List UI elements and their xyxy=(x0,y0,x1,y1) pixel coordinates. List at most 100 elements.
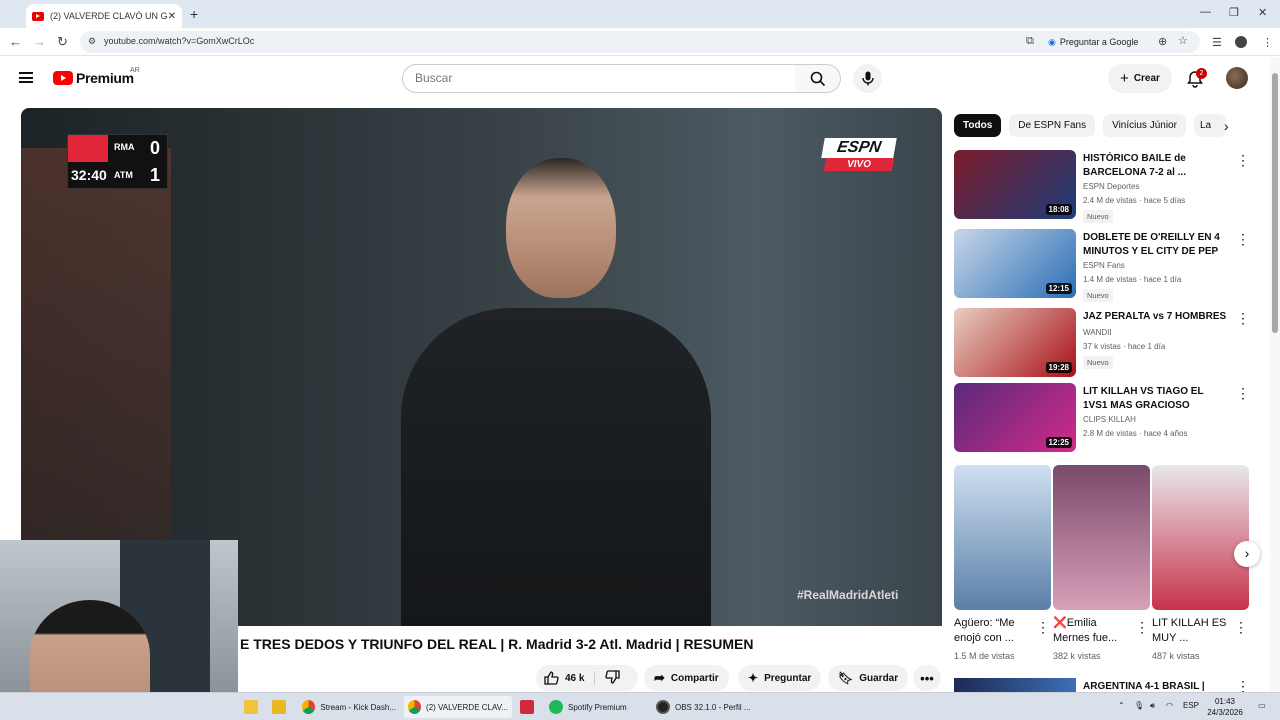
like-button[interactable]: 46 k xyxy=(544,671,596,685)
reload-icon[interactable]: ↻ xyxy=(57,34,68,50)
more-options-icon[interactable]: ⋮ xyxy=(1234,620,1248,634)
create-button[interactable]: + Crear xyxy=(1108,64,1172,93)
recommended-video[interactable]: ARGENTINA 4-1 BRASIL | ⋮ xyxy=(954,678,1254,692)
more-options-icon[interactable]: ⋮ xyxy=(1135,620,1149,634)
taskbar-label: Stream - Kick Dash... xyxy=(320,702,396,712)
short-title[interactable]: ❌Emilia Mernes fue... xyxy=(1053,616,1133,648)
short-card[interactable]: LIT KILLAH ES MUY ... 487 k vistas ⋮ xyxy=(1152,465,1249,661)
language-indicator[interactable]: ESP xyxy=(1183,701,1199,710)
short-card[interactable]: Agüero: “Me enojó con ... 1.5 M de vistas… xyxy=(954,465,1051,661)
video-title[interactable]: LIT KILLAH VS TIAGO EL 1VS1 MAS GRACIOSO xyxy=(1083,385,1228,413)
recommended-video[interactable]: 12:15 DOBLETE DE O'REILLY EN 4 MINUTOS Y … xyxy=(954,229,1254,302)
more-actions-button[interactable]: ••• xyxy=(913,665,941,691)
taskbar-item-obs[interactable]: OBS 32.1.0 - Perfil ... xyxy=(652,696,756,718)
channel-name[interactable]: CLIPS KILLAH xyxy=(1083,415,1136,424)
tab-title: (2) VALVERDE CLAVÓ UN GOLA xyxy=(50,11,168,21)
browser-tab[interactable]: (2) VALVERDE CLAVÓ UN GOLA ✕ xyxy=(26,4,182,28)
chips-next-icon[interactable]: › xyxy=(1224,118,1229,134)
youtube-premium-logo[interactable]: Premium AR xyxy=(53,67,140,86)
more-options-icon[interactable]: ⋮ xyxy=(1236,153,1250,167)
chip-espn-fans[interactable]: De ESPN Fans xyxy=(1009,114,1096,137)
mic-tray-icon[interactable]: 🎙︎ xyxy=(1134,701,1144,710)
extensions-icon[interactable]: ☰ xyxy=(1212,36,1222,49)
chip-la[interactable]: La xyxy=(1193,114,1226,137)
volume-icon[interactable]: 🔊︎ xyxy=(1150,701,1155,711)
channel-name[interactable]: ESPN Deportes xyxy=(1083,182,1139,191)
channel-name[interactable]: WANDII xyxy=(1083,328,1112,337)
short-thumbnail[interactable] xyxy=(1152,465,1249,610)
wifi-icon[interactable]: ◠ xyxy=(1166,701,1173,710)
video-thumbnail[interactable]: 12:15 xyxy=(954,229,1076,298)
video-title[interactable]: DOBLETE DE O'REILLY EN 4 MINUTOS Y EL CI… xyxy=(1083,231,1228,260)
new-tab-icon[interactable]: + xyxy=(190,6,198,22)
short-thumbnail[interactable] xyxy=(1053,465,1150,610)
notification-center-icon[interactable]: ▭ xyxy=(1258,701,1266,710)
taskbar-item-valverde[interactable]: (2) VALVERDE CLAV... xyxy=(404,696,512,718)
recommended-video[interactable]: 18:08 HISTÓRICO BAILE de BARCELONA 7-2 al… xyxy=(954,150,1254,223)
search-input[interactable]: Buscar xyxy=(402,64,796,93)
restore-icon[interactable]: ❐ xyxy=(1229,6,1239,19)
dislike-button[interactable] xyxy=(601,669,621,687)
menu-dots-icon[interactable]: ⋮ xyxy=(1262,36,1273,49)
ask-button[interactable]: ✦ Preguntar xyxy=(738,665,822,691)
chip-todos[interactable]: Todos xyxy=(954,114,1002,137)
youtube-favicon-icon xyxy=(32,11,44,21)
share-button[interactable]: ➦ Compartir xyxy=(644,665,729,691)
shorts-next-button[interactable]: › xyxy=(1234,541,1260,567)
zoom-icon[interactable]: ⊕ xyxy=(1158,35,1167,48)
video-title[interactable]: ARGENTINA 4-1 BRASIL | xyxy=(1083,680,1228,692)
video-meta: 2.8 M de vistas · hace 4 años xyxy=(1083,429,1188,438)
channel-name[interactable]: ESPN Fans xyxy=(1083,261,1125,270)
save-button[interactable]: 🔖︎ Guardar xyxy=(828,665,909,691)
video-meta: 37 k vistas · hace 1 día xyxy=(1083,342,1166,351)
short-title[interactable]: Agüero: “Me enojó con ... xyxy=(954,616,1034,648)
close-window-icon[interactable]: ✕ xyxy=(1258,6,1267,19)
short-thumbnail[interactable] xyxy=(954,465,1051,610)
video-thumbnail[interactable] xyxy=(954,678,1076,692)
obs-icon xyxy=(656,700,670,714)
close-tab-icon[interactable]: ✕ xyxy=(168,11,176,22)
url-box[interactable]: ⚙ youtube.com/watch?v=GomXwCrLOc ⧉ ◉ Pre… xyxy=(80,31,1200,53)
minimize-icon[interactable]: — xyxy=(1200,6,1211,18)
bookmark-star-icon[interactable]: ☆ xyxy=(1178,34,1188,47)
scrollbar-thumb[interactable] xyxy=(1272,73,1278,333)
video-thumbnail[interactable]: 19:28 xyxy=(954,308,1076,377)
more-options-icon[interactable]: ⋮ xyxy=(1236,232,1250,246)
recommended-video[interactable]: 12:25 LIT KILLAH VS TIAGO EL 1VS1 MAS GRA… xyxy=(954,383,1254,453)
profile-icon[interactable] xyxy=(1235,36,1247,48)
video-title[interactable]: HISTÓRICO BAILE de BARCELONA 7-2 al ... xyxy=(1083,152,1228,180)
site-info-icon[interactable]: ⚙ xyxy=(88,36,96,47)
more-options-icon[interactable]: ⋮ xyxy=(1236,311,1250,325)
taskbar-item-stream[interactable]: Stream - Kick Dash... xyxy=(298,696,400,718)
file-explorer-icon[interactable] xyxy=(268,696,290,718)
video-thumbnail[interactable]: 12:25 xyxy=(954,383,1076,452)
short-title[interactable]: LIT KILLAH ES MUY ... xyxy=(1152,616,1232,648)
create-label: Crear xyxy=(1133,73,1160,84)
chip-vinicius[interactable]: Vinícius Júnior xyxy=(1103,114,1186,137)
account-avatar[interactable] xyxy=(1226,67,1248,89)
cast-icon[interactable]: ⧉ xyxy=(1026,35,1034,48)
video-duration: 18:08 xyxy=(1045,204,1072,215)
more-options-icon[interactable]: ⋮ xyxy=(1236,386,1250,400)
webcam-overlay xyxy=(0,540,238,692)
taskbar-item-spotify[interactable]: Spotify Premium xyxy=(545,696,645,718)
search-button[interactable] xyxy=(795,64,841,93)
back-icon[interactable]: ← xyxy=(9,34,22,49)
taskbar-clock[interactable]: 01:43 24/3/2026 xyxy=(1204,696,1246,718)
more-options-icon[interactable]: ⋮ xyxy=(1036,620,1050,634)
menu-icon[interactable] xyxy=(19,72,33,83)
more-options-icon[interactable]: ⋮ xyxy=(1236,679,1250,692)
recommended-video[interactable]: 19:28 JAZ PERALTA vs 7 HOMBRES WANDII 37 k … xyxy=(954,308,1254,378)
start-icon[interactable] xyxy=(240,696,262,718)
tray-chevron-icon[interactable]: ⌃ xyxy=(1118,701,1125,710)
short-card[interactable]: ❌Emilia Mernes fue... 382 k vistas ⋮ xyxy=(1053,465,1150,661)
video-thumbnail[interactable]: 18:08 xyxy=(954,150,1076,219)
ask-google-button[interactable]: ◉ Preguntar a Google xyxy=(1048,34,1138,50)
short-views: 382 k vistas xyxy=(1053,651,1101,661)
forward-icon[interactable]: → xyxy=(33,34,46,49)
video-title[interactable]: JAZ PERALTA vs 7 HOMBRES xyxy=(1083,310,1228,324)
voice-search-button[interactable] xyxy=(853,64,882,93)
page-scrollbar[interactable] xyxy=(1270,57,1280,697)
taskbar-item-app[interactable] xyxy=(516,696,538,718)
youtube-logo-icon xyxy=(53,71,73,85)
